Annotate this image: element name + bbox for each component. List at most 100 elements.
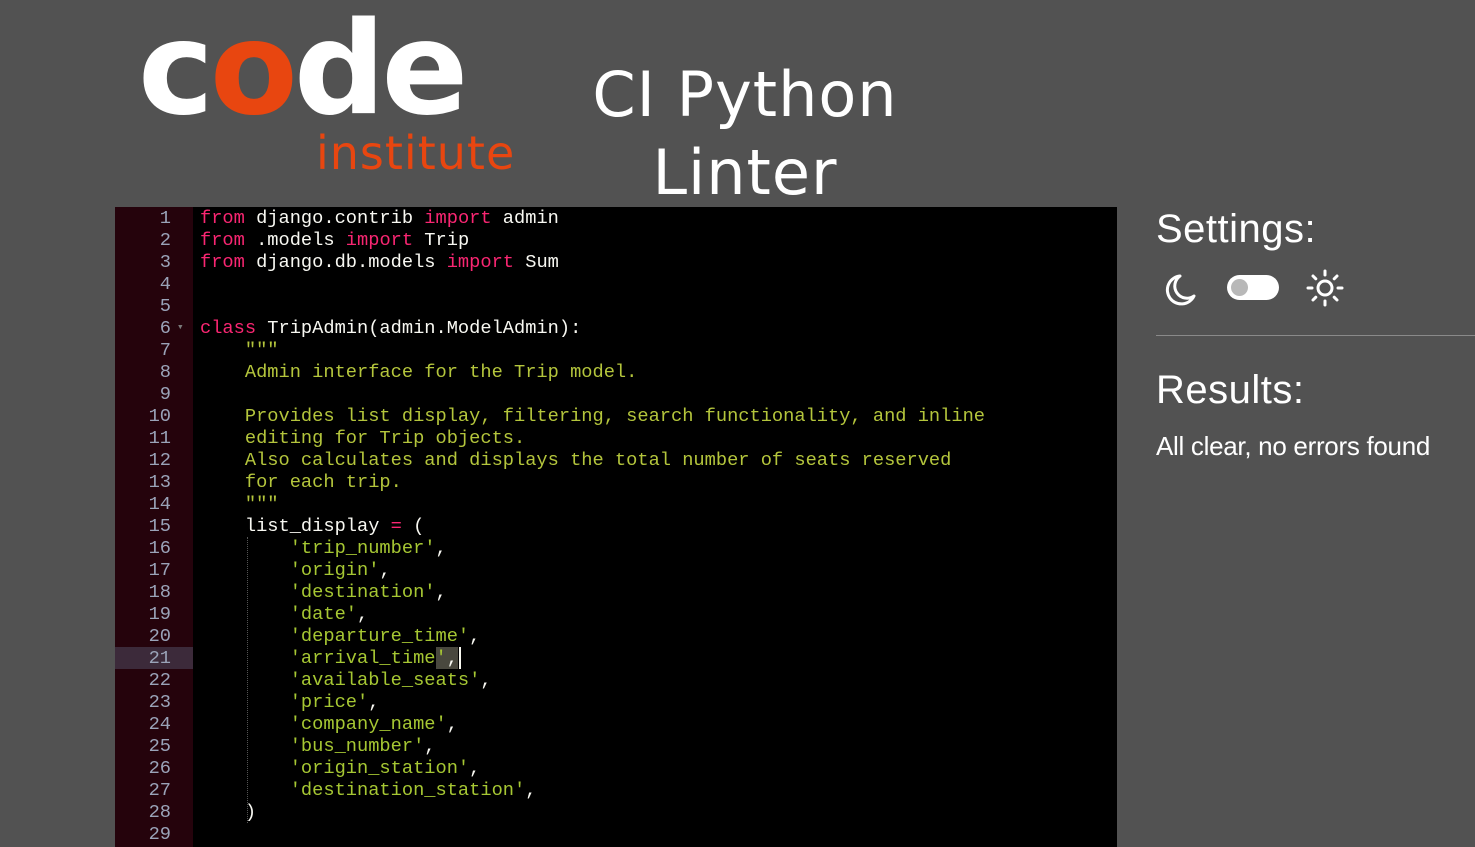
code-line[interactable]: 23 'price', [115,691,1117,713]
text-cursor [458,647,461,669]
line-number: 13 [148,471,171,493]
code-line[interactable]: 9 [115,383,1117,405]
line-number: 9 [159,383,171,405]
code-text: 'origin', [200,559,391,581]
code-line[interactable]: 18 'destination', [115,581,1117,603]
code-line[interactable]: 6 ▾ class TripAdmin(admin.ModelAdmin): [115,317,1117,339]
code-token: 'destination' [289,581,436,603]
code-token: TripAdmin(admin.ModelAdmin): [256,317,582,339]
code-token: Admin interface for the Trip model. [244,361,638,383]
code-line[interactable]: 21 'arrival_time', [115,647,1117,669]
line-number: 21 [148,647,171,669]
code-line[interactable]: 3 from django.db.models import Sum [115,251,1117,273]
page-title-line1: CI Python [592,57,898,131]
code-line[interactable]: 16 'trip_number', [115,537,1117,559]
moon-icon [1165,274,1196,306]
code-token: 'origin_station' [289,757,470,779]
code-line[interactable]: 1 from django.contrib import admin [115,207,1117,229]
code-line[interactable]: 13 for each trip. [115,471,1117,493]
code-text: 'origin_station', [200,757,481,779]
fold-toggle-icon[interactable]: ▾ [177,317,184,339]
code-token: ( [401,515,425,537]
line-number: 16 [148,537,171,559]
code-line[interactable]: 14 """ [115,493,1117,515]
results-message: All clear, no errors found [1156,431,1431,461]
code-token: django.db.models [244,251,447,273]
line-number: 1 [159,207,171,229]
code-line[interactable]: 11 editing for Trip objects. [115,427,1117,449]
code-line[interactable]: 22 'available_seats', [115,669,1117,691]
code-token: editing for Trip objects. [244,427,526,449]
code-line[interactable]: 29 [115,823,1117,845]
code-token: 'price' [289,691,369,713]
code-line[interactable]: 2 from .models import Trip [115,229,1117,251]
code-line[interactable]: 27 'destination_station', [115,779,1117,801]
code-token: list_display [200,515,391,537]
code-text: """ [200,493,279,515]
code-token: for each trip. [244,471,402,493]
line-number: 29 [148,823,171,845]
code-line[interactable]: 20 'departure_time', [115,625,1117,647]
logo-wordmark: code [138,0,468,144]
settings-heading: Settings: [1156,207,1317,251]
line-number: 4 [159,273,171,295]
code-text: from django.db.models import Sum [200,251,559,273]
code-token: ' [435,647,447,669]
line-number: 19 [148,603,171,625]
code-token: 'origin' [289,559,380,581]
code-token: """ [244,339,279,361]
code-token: , [446,647,458,669]
code-token: , [435,537,447,559]
code-text: 'destination', [200,581,447,603]
line-number: 18 [148,581,171,603]
code-token: from [200,229,245,251]
code-text: 'available_seats', [200,669,492,691]
code-text: list_display = ( [200,515,424,537]
code-token: import [446,251,515,273]
code-editor[interactable]: 1 from django.contrib import admin 2 from .… [115,207,1117,847]
code-text: 'date', [200,603,369,625]
code-line[interactable]: 7 """ [115,339,1117,361]
sidebar-divider [1156,335,1475,336]
code-line[interactable]: 24 'company_name', [115,713,1117,735]
line-number: 17 [148,559,171,581]
code-text: editing for Trip objects. [200,427,525,449]
code-token: Provides list display, filtering, search… [244,405,986,427]
line-number: 5 [159,295,171,317]
code-line[interactable]: 19 'date', [115,603,1117,625]
line-number: 28 [148,801,171,823]
code-token: Also calculates and displays the total n… [244,449,952,471]
code-line[interactable]: 28 ) [115,801,1117,823]
code-line[interactable]: 25 'bus_number', [115,735,1117,757]
line-number: 3 [159,251,171,273]
code-token: , [480,669,492,691]
code-token: import [345,229,414,251]
code-line[interactable]: 4 [115,273,1117,295]
line-number: 8 [159,361,171,383]
code-text: """ [200,339,279,361]
code-line[interactable]: 10 Provides list display, filtering, sea… [115,405,1117,427]
code-line[interactable]: 8 Admin interface for the Trip model. [115,361,1117,383]
code-text: Also calculates and displays the total n… [200,449,952,471]
line-number: 15 [148,515,171,537]
code-text: Admin interface for the Trip model. [200,361,638,383]
theme-toggle[interactable] [1227,275,1279,300]
code-token: 'company_name' [289,713,447,735]
code-line[interactable]: 15 list_display = ( [115,515,1117,537]
code-line[interactable]: 17 'origin', [115,559,1117,581]
code-line[interactable]: 5 [115,295,1117,317]
line-number: 24 [148,713,171,735]
code-line[interactable]: 26 'origin_station', [115,757,1117,779]
theme-switcher [1160,268,1360,308]
code-token: , [357,603,369,625]
code-line[interactable]: 12 Also calculates and displays the tota… [115,449,1117,471]
code-lines[interactable]: 1 from django.contrib import admin 2 from .… [115,207,1117,845]
line-number: 27 [148,779,171,801]
